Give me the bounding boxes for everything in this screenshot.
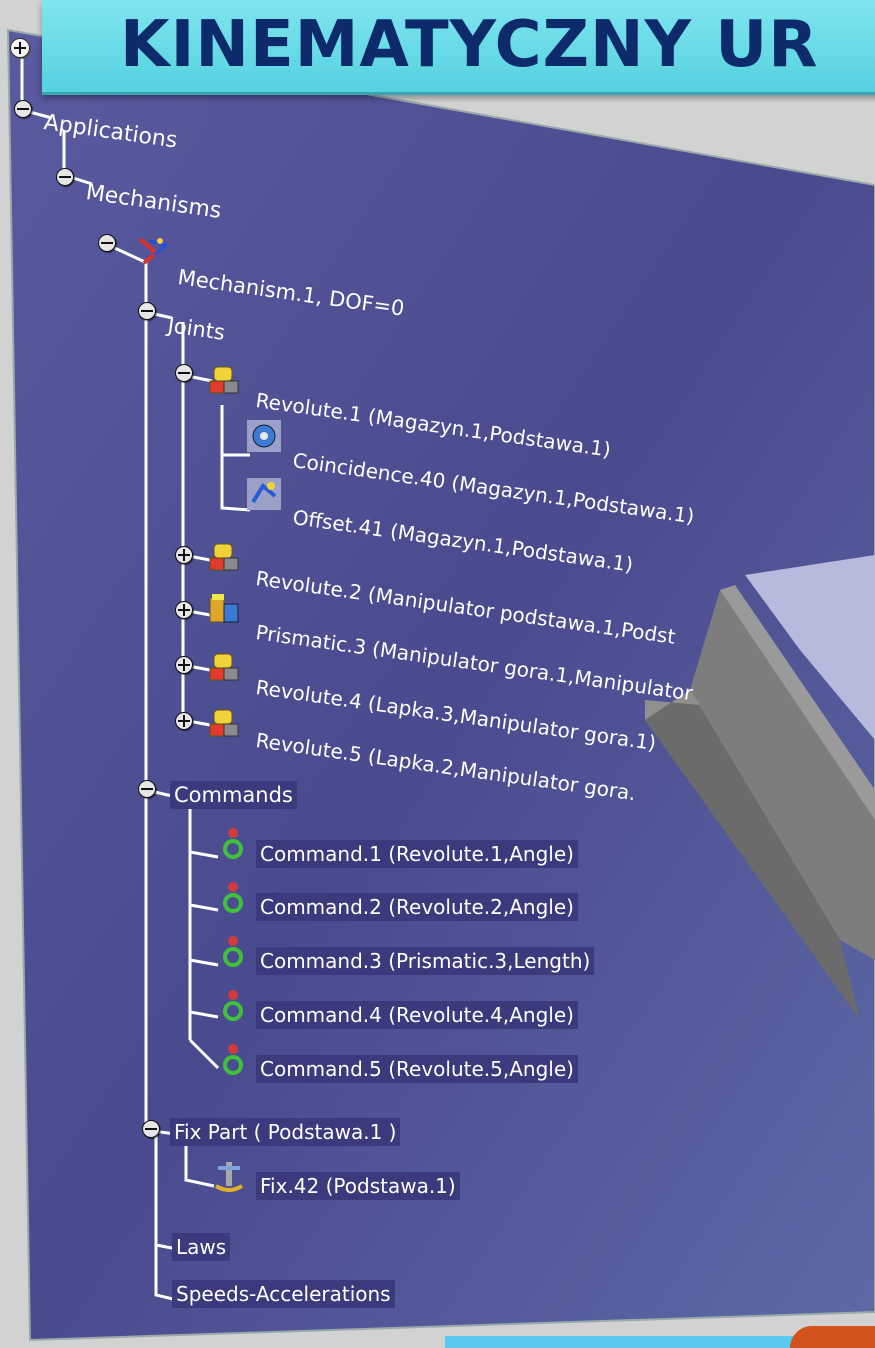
mechanism-icon	[138, 237, 170, 265]
collapse-mechanism-button[interactable]	[98, 234, 116, 252]
command-icon	[223, 990, 243, 1021]
command-icon	[223, 936, 243, 967]
expand-revolute4-button[interactable]	[175, 656, 193, 674]
command-icon	[223, 1044, 243, 1075]
expand-revolute2-button[interactable]	[175, 546, 193, 564]
expand-prismatic3-button[interactable]	[175, 601, 193, 619]
collapse-commands-button[interactable]	[138, 780, 156, 798]
collapse-joints-button[interactable]	[138, 302, 156, 320]
page-title: KINEMATYCZNY UR	[120, 8, 819, 82]
tree-node-commands[interactable]: Commands	[170, 781, 297, 809]
collapse-revolute1-button[interactable]	[175, 364, 193, 382]
revolute-joint-icon	[209, 366, 239, 394]
bottom-orange-shape	[790, 1326, 875, 1348]
expand-revolute5-button[interactable]	[175, 712, 193, 730]
tree-node-speeds-accelerations[interactable]: Speeds-Accelerations	[172, 1280, 395, 1308]
revolute-joint-icon	[209, 543, 239, 571]
tree-node-fix-part[interactable]: Fix Part ( Podstawa.1 )	[170, 1118, 401, 1146]
offset-icon	[247, 478, 281, 510]
revolute-joint-icon	[209, 653, 239, 681]
command-item-2[interactable]: Command.2 (Revolute.2,Angle)	[256, 893, 578, 921]
command-icon	[223, 882, 243, 913]
command-item-5[interactable]: Command.5 (Revolute.5,Angle)	[256, 1055, 578, 1083]
expand-root-button[interactable]	[10, 38, 30, 58]
tree-node-laws[interactable]: Laws	[172, 1233, 231, 1261]
command-icon	[223, 828, 243, 859]
collapse-mechanisms-button[interactable]	[56, 168, 74, 186]
revolute-joint-icon	[209, 709, 239, 737]
title-banner: KINEMATYCZNY UR	[42, 0, 875, 95]
prismatic-joint-icon	[209, 594, 239, 623]
fix-icon	[214, 1162, 244, 1192]
collapse-fix-part-button[interactable]	[142, 1120, 160, 1138]
command-item-4[interactable]: Command.4 (Revolute.4,Angle)	[256, 1001, 578, 1029]
command-item-3[interactable]: Command.3 (Prismatic.3,Length)	[256, 947, 595, 975]
command-item-1[interactable]: Command.1 (Revolute.1,Angle)	[256, 840, 578, 868]
fix-item[interactable]: Fix.42 (Podstawa.1)	[256, 1172, 460, 1200]
collapse-applications-button[interactable]	[14, 100, 32, 118]
coincidence-icon	[247, 420, 281, 452]
